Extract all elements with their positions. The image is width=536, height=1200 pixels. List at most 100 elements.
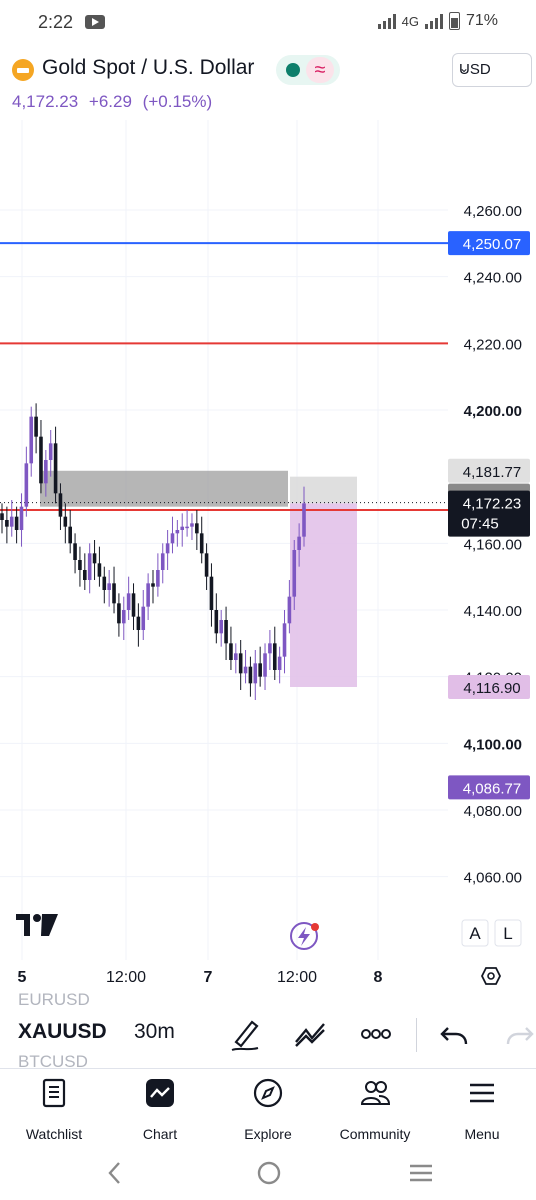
- candle-body: [48, 443, 53, 460]
- candle-body: [248, 666, 253, 684]
- candle-body: [0, 513, 4, 520]
- candle-body: [204, 553, 209, 577]
- status-icons: 4G 71%: [377, 12, 498, 30]
- candle-body: [121, 610, 126, 624]
- candle-body: [112, 583, 116, 604]
- x-tick-label: 12:00: [277, 969, 317, 986]
- interval-selector[interactable]: 30m: [134, 1020, 175, 1044]
- price-change-percent: (+0.15%): [142, 92, 213, 111]
- candle-body: [185, 526, 189, 529]
- nav-label: Community: [339, 1126, 411, 1142]
- candle-body: [214, 610, 219, 634]
- market-open-icon: [286, 63, 300, 77]
- market-status-pill[interactable]: ≈: [276, 55, 340, 85]
- bottom-navigation: Watchlist Chart Explore Community Menu: [0, 1068, 536, 1143]
- y-tick-label: 4,060.00: [464, 870, 522, 887]
- candle-body: [107, 583, 111, 590]
- supply-zone-rect: [40, 470, 288, 507]
- youtube-notification-icon: [85, 15, 105, 29]
- currency-select[interactable]: USD ⌄: [452, 53, 532, 87]
- y-tick-label: 4,220.00: [464, 336, 522, 353]
- chart-toolbar: EURUSD XAUUSD 30m BTCUSD: [0, 990, 536, 1071]
- battery-icon: [448, 12, 460, 30]
- countdown-label: 07:45: [461, 516, 499, 533]
- candle-body: [268, 643, 272, 654]
- more-icon[interactable]: [356, 1014, 396, 1054]
- redo-icon[interactable]: [500, 1014, 536, 1054]
- x-tick-label: 7: [204, 969, 213, 986]
- candle-body: [165, 543, 170, 554]
- scale-button-L[interactable]: L: [503, 924, 512, 943]
- y-tick-label: 4,240.00: [464, 270, 522, 287]
- candle-body: [39, 436, 43, 484]
- candle-body: [126, 593, 131, 610]
- symbol-header: Gold Spot / U.S. Dollar ≈ USD ⌄ 4,172.23…: [0, 50, 536, 120]
- menu-icon: [470, 1083, 494, 1103]
- price-line-label: 4,250.07: [463, 236, 521, 253]
- candle-body: [117, 603, 121, 624]
- y-tick-label: 4,260.00: [464, 203, 522, 220]
- candle-body: [131, 593, 136, 617]
- candle-body: [238, 653, 243, 674]
- candle-body: [146, 583, 150, 607]
- candle-body: [63, 516, 68, 527]
- candle-body: [272, 643, 277, 670]
- status-bar: 2:22 4G 71%: [0, 0, 536, 44]
- candle-body: [44, 460, 48, 484]
- scale-button-A[interactable]: A: [469, 924, 481, 943]
- nav-label: Chart: [142, 1126, 178, 1142]
- candle-body: [29, 416, 34, 464]
- signal-icon: [377, 13, 396, 29]
- candle-body: [287, 596, 292, 624]
- candle-body: [19, 506, 24, 530]
- signal-icon-2: [424, 13, 443, 29]
- candle-body: [53, 443, 58, 494]
- x-tick-label: 12:00: [106, 969, 146, 986]
- price-change: +6.29: [88, 92, 132, 111]
- candle-body: [219, 620, 223, 634]
- flash-alert-icon[interactable]: [290, 922, 319, 950]
- price-label: 4,086.77: [463, 780, 521, 797]
- candle-body: [282, 623, 287, 657]
- nav-label: Watchlist: [25, 1126, 83, 1142]
- recents-icon[interactable]: [406, 1158, 436, 1188]
- symbol-title[interactable]: Gold Spot / U.S. Dollar: [42, 56, 254, 80]
- price-chart[interactable]: 4,260.00 4,240.00 4,220.00 4,200.00 4,160.00…: [0, 120, 536, 1000]
- trend-tools-icon[interactable]: [290, 1014, 330, 1054]
- candle-body: [277, 656, 282, 670]
- nav-watchlist[interactable]: Watchlist: [4, 1077, 104, 1142]
- nav-explore[interactable]: Explore: [218, 1077, 318, 1142]
- wave-icon: ≈: [306, 57, 334, 83]
- pencil-draw-icon[interactable]: [226, 1014, 266, 1054]
- candle-body: [224, 620, 228, 644]
- candle-body: [243, 666, 248, 674]
- back-icon[interactable]: [100, 1158, 130, 1188]
- candle-body: [180, 526, 185, 530]
- nav-community[interactable]: Community: [325, 1077, 425, 1142]
- candle-body: [83, 570, 87, 580]
- symbol-selector[interactable]: XAUUSD: [18, 1020, 107, 1044]
- candle-body: [102, 576, 107, 590]
- candle-body: [175, 530, 180, 534]
- chart-icon: [146, 1079, 174, 1107]
- candle-body: [87, 553, 92, 580]
- candle-body: [92, 553, 97, 564]
- candle-body: [258, 663, 262, 677]
- nav-menu[interactable]: Menu: [432, 1077, 532, 1142]
- network-type: 4G: [401, 13, 419, 29]
- position-zone-rect: [290, 503, 357, 687]
- candle-body: [302, 503, 306, 537]
- price-label: 4,116.90: [463, 680, 520, 697]
- candle-body: [292, 550, 297, 597]
- candle-body: [9, 516, 14, 527]
- candle-body: [156, 570, 160, 587]
- y-tick-label: 4,140.00: [464, 603, 522, 620]
- undo-icon[interactable]: [434, 1014, 474, 1054]
- status-time: 2:22: [38, 12, 74, 32]
- home-icon[interactable]: [254, 1158, 284, 1188]
- nav-chart[interactable]: Chart: [110, 1077, 210, 1142]
- candle-body: [68, 526, 72, 544]
- candle-body: [209, 576, 214, 610]
- axis-settings-icon[interactable]: [480, 967, 502, 985]
- ghost-symbol-above[interactable]: EURUSD: [18, 990, 90, 1010]
